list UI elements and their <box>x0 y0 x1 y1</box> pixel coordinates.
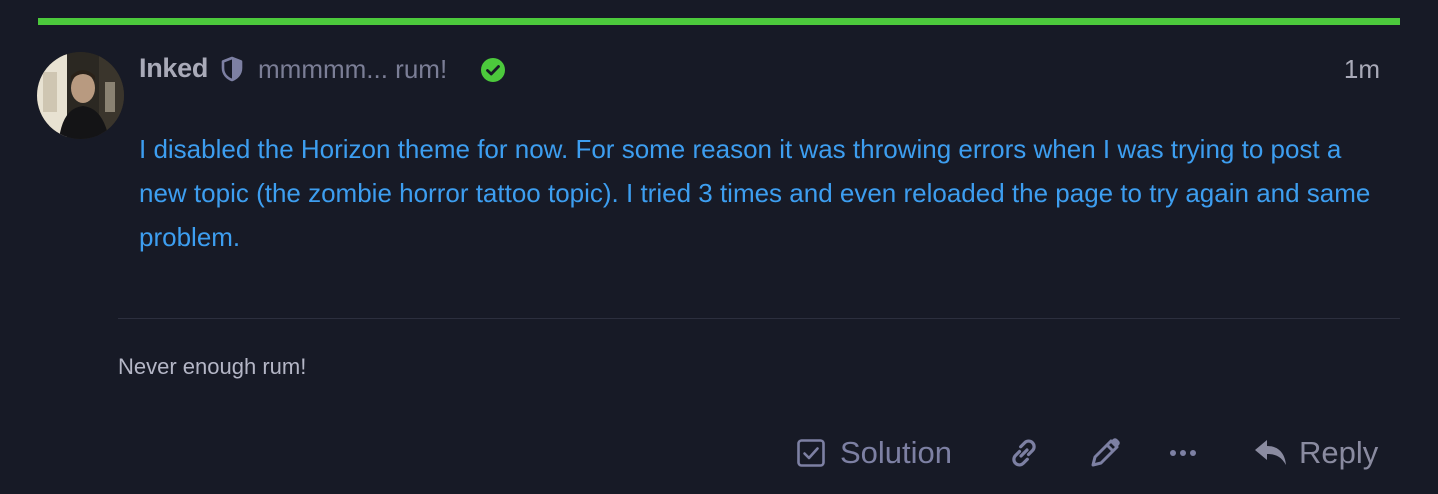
share-link-button[interactable] <box>1006 430 1042 476</box>
check-circle-icon <box>480 57 506 83</box>
post-accent-bar <box>38 18 1400 25</box>
reply-label: Reply <box>1299 435 1379 470</box>
signature-divider <box>118 318 1400 319</box>
solution-label: Solution <box>840 435 953 470</box>
user-title: mmmmm... rum! <box>258 54 448 84</box>
edit-button[interactable] <box>1087 430 1123 476</box>
checkbox-icon <box>796 438 826 468</box>
reply-arrow-icon <box>1253 437 1289 469</box>
post-actions: Solution Reply <box>0 430 1438 478</box>
reply-button[interactable]: Reply <box>1253 430 1378 476</box>
avatar[interactable] <box>37 52 124 139</box>
shield-icon <box>220 56 244 82</box>
user-signature: Never enough rum! <box>118 354 307 379</box>
post-body: I disabled the Horizon theme for now. Fo… <box>139 134 1371 252</box>
pencil-icon <box>1087 435 1123 471</box>
more-options-button[interactable] <box>1167 430 1199 476</box>
post-timestamp[interactable]: 1m <box>1344 54 1380 85</box>
username[interactable]: Inked <box>139 53 208 84</box>
solution-button[interactable]: Solution <box>796 430 952 476</box>
forum-post: Inked mmmmm... rum! 1m I disabled the Ho… <box>0 0 1438 494</box>
ellipsis-icon <box>1167 437 1199 469</box>
link-icon <box>1006 435 1042 471</box>
